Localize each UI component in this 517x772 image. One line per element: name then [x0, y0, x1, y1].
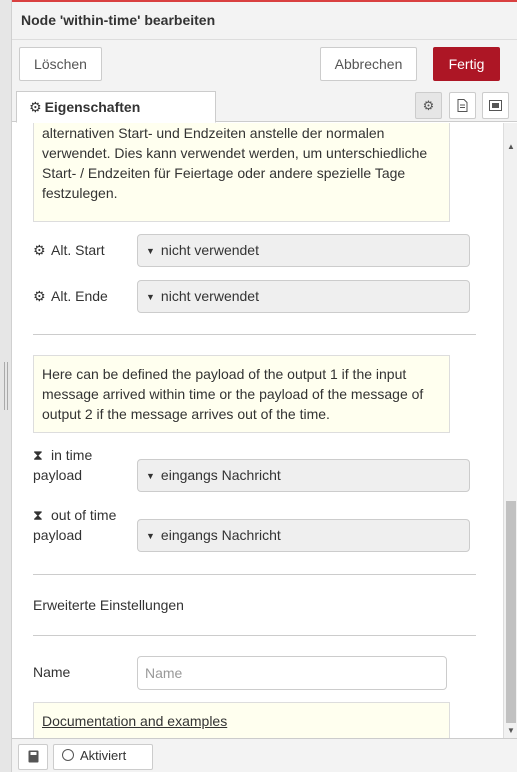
caret-down-icon: ▼	[146, 246, 155, 256]
advanced-settings-toggle[interactable]: Erweiterte Einstellungen	[33, 597, 184, 613]
out-time-label-line1: out of time	[51, 507, 117, 523]
hourglass-icon: ⧗	[33, 447, 43, 463]
alt-end-label-text: Alt. Ende	[51, 288, 108, 304]
workspace-edge	[0, 0, 12, 772]
hourglass-icon: ⧗	[33, 507, 43, 523]
appearance-tab-image-icon[interactable]	[482, 92, 509, 119]
divider	[33, 334, 476, 335]
dialog-toolbar: Löschen Abbrechen Fertig	[12, 40, 517, 88]
gear-icon: ⚙	[33, 242, 46, 258]
out-time-label-line2: payload	[33, 527, 83, 543]
tab-bar: ⚙ Eigenschaften ⚙	[12, 88, 517, 123]
alt-end-select[interactable]: ▼ nicht verwendet	[137, 280, 470, 313]
out-time-payload-value: eingangs Nachricht	[160, 527, 281, 543]
divider	[33, 635, 476, 636]
out-time-payload-label: ⧗ out of time payload	[33, 505, 116, 545]
out-time-payload-select[interactable]: ▼ eingangs Nachricht	[137, 519, 470, 552]
doc-tip: Documentation and examples	[33, 702, 450, 740]
gear-icon: ⚙	[33, 288, 46, 304]
delete-button[interactable]: Löschen	[19, 47, 102, 81]
properties-panel: alternativen Start- und Endzeiten anstel…	[12, 123, 503, 740]
caret-down-icon: ▼	[146, 292, 155, 302]
alt-start-label: ⚙ Alt. Start	[33, 240, 105, 260]
cancel-button[interactable]: Abbrechen	[320, 47, 417, 81]
in-time-payload-label: ⧗ in time payload	[33, 445, 92, 485]
name-label: Name	[33, 664, 71, 680]
tab-properties[interactable]: ⚙ Eigenschaften	[16, 91, 216, 123]
dialog-footer: Aktiviert	[12, 738, 517, 772]
documentation-link[interactable]: Documentation and examples	[42, 713, 227, 729]
resize-handle[interactable]	[4, 362, 8, 410]
scroll-up-icon[interactable]: ▲	[504, 140, 517, 154]
scroll-down-icon[interactable]: ▼	[504, 724, 517, 738]
caret-down-icon: ▼	[146, 471, 155, 481]
scrollbar-thumb[interactable]	[506, 501, 516, 723]
in-time-payload-value: eingangs Nachricht	[160, 467, 281, 483]
in-time-label-line1: in time	[51, 447, 93, 463]
done-button[interactable]: Fertig	[433, 47, 500, 81]
alt-end-label: ⚙ Alt. Ende	[33, 286, 108, 306]
name-input[interactable]	[137, 656, 447, 690]
alt-start-select[interactable]: ▼ nicht verwendet	[137, 234, 470, 267]
edit-tray: Node 'within-time' bearbeiten Löschen Ab…	[12, 0, 517, 772]
tip-alt-times: alternativen Start- und Endzeiten anstel…	[33, 123, 450, 222]
alt-end-value: nicht verwendet	[160, 288, 259, 304]
description-tab-document-icon[interactable]	[449, 92, 476, 119]
alt-start-value: nicht verwendet	[160, 242, 259, 258]
scrollbar[interactable]: ▲ ▼	[503, 123, 517, 740]
alt-start-label-text: Alt. Start	[51, 242, 105, 258]
settings-tab-gear-icon[interactable]: ⚙	[415, 92, 442, 119]
tab-properties-label: Eigenschaften	[44, 99, 141, 115]
enabled-toggle-label: Aktiviert	[80, 748, 127, 763]
in-time-payload-select[interactable]: ▼ eingangs Nachricht	[137, 459, 470, 492]
tip-payload: Here can be defined the payload of the o…	[33, 355, 450, 433]
enabled-toggle[interactable]: Aktiviert	[53, 744, 153, 770]
in-time-label-line2: payload	[33, 467, 83, 483]
gear-icon: ⚙	[29, 99, 42, 115]
circle-icon	[62, 749, 74, 761]
divider	[33, 574, 476, 575]
caret-down-icon: ▼	[146, 531, 155, 541]
book-icon[interactable]	[18, 744, 48, 770]
dialog-title: Node 'within-time' bearbeiten	[12, 2, 517, 40]
